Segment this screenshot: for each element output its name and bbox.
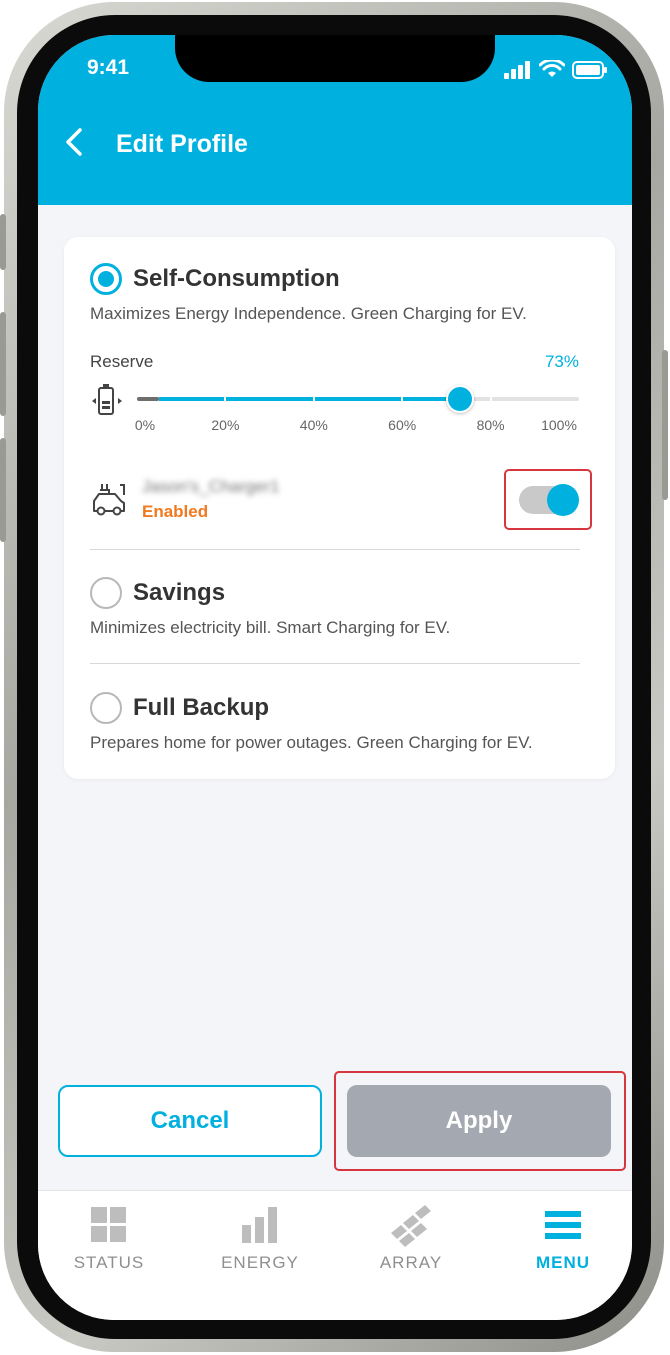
slider-tick-label: 60% <box>388 417 417 433</box>
slider-tick-mark <box>489 396 492 402</box>
nav-menu[interactable]: MENU <box>493 1203 632 1273</box>
full-backup-radio[interactable] <box>90 692 122 724</box>
bottom-nav: STATUS ENERGY ARRAY MENU <box>38 1190 632 1320</box>
reserve-slider[interactable] <box>137 385 579 413</box>
full-backup-description: Prepares home for power outages. Green C… <box>90 733 533 752</box>
nav-label: ENERGY <box>221 1253 299 1272</box>
slider-tick-label: 0% <box>134 417 156 433</box>
page-title: Edit Profile <box>116 130 248 158</box>
back-button[interactable] <box>58 123 98 163</box>
nav-label: MENU <box>535 1253 591 1272</box>
reserve-value: 73% <box>544 352 579 371</box>
charger-name: Jason's_Charger1 <box>142 477 280 496</box>
chevron-left-icon <box>66 128 82 156</box>
savings-title[interactable]: Savings <box>133 579 225 607</box>
nav-energy[interactable]: ENERGY <box>190 1203 330 1273</box>
status-icons <box>504 60 608 79</box>
slider-tick-label: 40% <box>299 417 328 433</box>
energy-bars-icon <box>238 1203 282 1247</box>
nav-label: ARRAY <box>379 1253 443 1272</box>
side-button <box>0 312 6 416</box>
slider-tick-label: 80% <box>476 417 505 433</box>
cancel-button[interactable]: Cancel <box>58 1085 322 1157</box>
battery-reserve-icon <box>92 384 122 415</box>
app-header: 9:41 Edit Profile <box>38 35 632 205</box>
battery-icon <box>572 60 607 79</box>
nav-array[interactable]: ARRAY <box>341 1203 481 1273</box>
wifi-icon <box>539 60 565 77</box>
side-button <box>0 214 6 270</box>
apply-button[interactable]: Apply <box>347 1085 611 1157</box>
slider-tick-mark <box>312 396 315 402</box>
side-button <box>0 438 6 542</box>
signal-icon <box>504 60 530 79</box>
charger-status: Enabled <box>142 502 209 521</box>
app-screen: 9:41 Edit Profile Self-Consumption Maxim… <box>38 35 632 1320</box>
slider-tick-label: 100% <box>541 417 577 433</box>
full-backup-title[interactable]: Full Backup <box>133 694 269 722</box>
side-button <box>662 350 668 500</box>
notch <box>175 35 495 82</box>
self-consumption-title[interactable]: Self-Consumption <box>133 265 340 293</box>
status-grid-icon <box>87 1203 131 1247</box>
status-time: 9:41 <box>87 56 130 79</box>
slider-tick-label: 20% <box>211 417 240 433</box>
slider-thumb[interactable] <box>445 385 474 413</box>
slider-tick-mark <box>224 396 227 402</box>
self-consumption-description: Maximizes Energy Independence. Green Cha… <box>90 304 527 323</box>
slider-tick-mark <box>401 396 404 402</box>
slider-fill <box>159 397 460 401</box>
array-panels-icon <box>389 1203 433 1247</box>
divider <box>90 549 580 550</box>
savings-radio[interactable] <box>90 577 122 609</box>
charger-enable-toggle[interactable] <box>519 484 579 516</box>
menu-icon <box>541 1203 585 1247</box>
profile-options-card: Self-Consumption Maximizes Energy Indepe… <box>64 237 615 779</box>
self-consumption-radio[interactable] <box>90 263 122 295</box>
divider <box>90 663 580 664</box>
nav-status[interactable]: STATUS <box>39 1203 179 1273</box>
slider-min-segment <box>137 397 159 401</box>
toggle-knob <box>547 484 579 516</box>
ev-charger-icon <box>93 484 125 516</box>
nav-label: STATUS <box>73 1253 145 1272</box>
reserve-label: Reserve <box>90 352 154 371</box>
savings-description: Minimizes electricity bill. Smart Chargi… <box>90 618 451 637</box>
